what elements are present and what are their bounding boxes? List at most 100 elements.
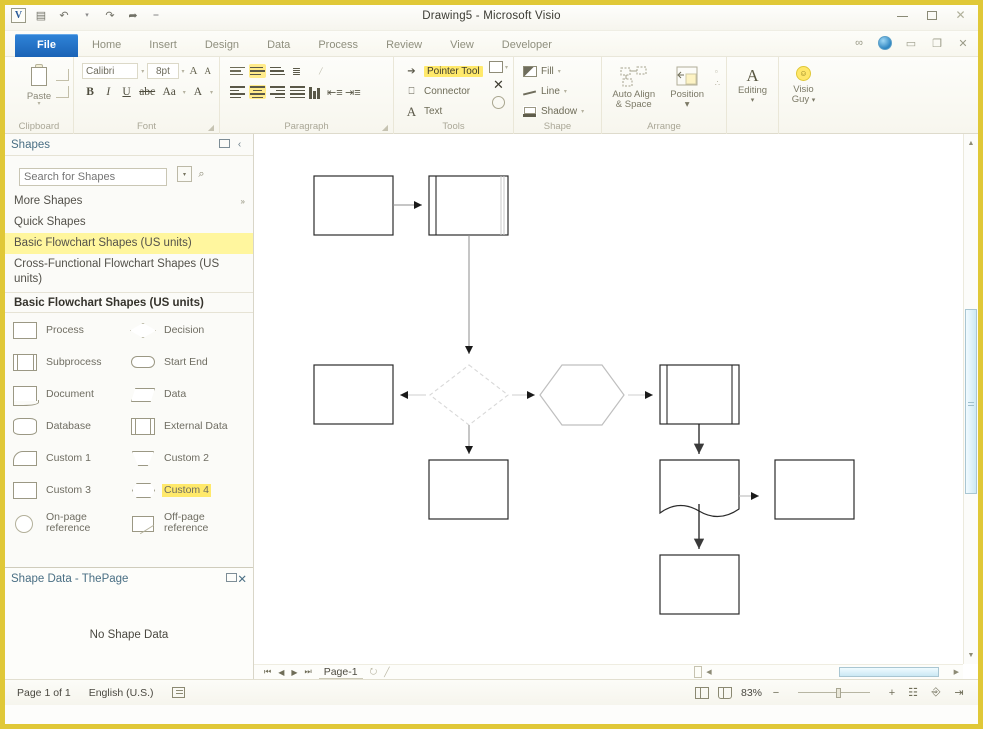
- tab-view[interactable]: View: [436, 34, 488, 57]
- shape-item-process[interactable]: Process: [11, 319, 129, 341]
- tab-insert[interactable]: Insert: [135, 34, 191, 57]
- close-button[interactable]: ✕: [953, 8, 968, 22]
- globe-icon[interactable]: [878, 36, 892, 50]
- page-navigation[interactable]: ⏮ ◀ ▶ ⏭ Page-1 ⭮ ╱: [254, 664, 390, 680]
- shape-item-decision[interactable]: Decision: [129, 319, 247, 341]
- fit-page-icon[interactable]: ☷: [906, 686, 920, 699]
- tab-home[interactable]: Home: [78, 34, 135, 57]
- line-button[interactable]: Line ▾: [520, 80, 595, 100]
- decrease-indent-button[interactable]: ⇤≡: [327, 86, 343, 99]
- search-input[interactable]: [20, 171, 166, 183]
- fill-dropdown-icon[interactable]: ▾: [558, 68, 561, 75]
- ribbon-minimize-icon[interactable]: ▭: [904, 37, 918, 50]
- align-top-button[interactable]: [229, 64, 246, 78]
- shape-data-close-icon[interactable]: ✕: [237, 572, 247, 586]
- align-bottom-button[interactable]: [269, 64, 286, 78]
- shape-item-start-end[interactable]: Start End: [129, 351, 247, 373]
- scroll-left-arrow-icon[interactable]: ◀: [706, 668, 711, 676]
- restore-button[interactable]: [924, 9, 939, 21]
- tab-developer[interactable]: Developer: [488, 34, 566, 57]
- change-case-dropdown-icon[interactable]: ▾: [183, 89, 186, 96]
- stencil-more-shapes[interactable]: More Shapes »: [5, 191, 253, 212]
- view-presentation-icon[interactable]: [717, 686, 732, 699]
- shadow-dropdown-icon[interactable]: ▾: [581, 108, 584, 115]
- shadow-button[interactable]: Shadow ▾: [520, 100, 595, 120]
- rectangle-tool-icon[interactable]: [488, 61, 503, 73]
- search-icon[interactable]: ⌕: [195, 168, 208, 181]
- scroll-down-arrow-icon[interactable]: ▼: [964, 648, 978, 662]
- tab-review[interactable]: Review: [372, 34, 436, 57]
- edit-page-icon[interactable]: ╱: [384, 667, 389, 678]
- font-color-button[interactable]: A: [192, 86, 204, 98]
- shape-item-external-data[interactable]: External Data: [129, 415, 247, 437]
- clipboard-mini-buttons[interactable]: [56, 69, 69, 98]
- zoom-percent-label[interactable]: 83%: [741, 687, 762, 699]
- scroll-up-arrow-icon[interactable]: ▲: [964, 136, 978, 150]
- page-tab-page-1[interactable]: Page-1: [318, 666, 363, 679]
- zoom-in-button[interactable]: +: [887, 687, 897, 699]
- shape-item-subprocess[interactable]: Subprocess: [11, 351, 129, 373]
- font-size-dropdown-icon[interactable]: ▾: [182, 68, 185, 75]
- format-painter-icon[interactable]: [491, 96, 505, 109]
- bullets-button[interactable]: ≣: [289, 65, 304, 78]
- rectangle-tool-dropdown-icon[interactable]: ▾: [505, 64, 508, 71]
- shape-item-document[interactable]: Document: [11, 383, 129, 406]
- minimize-button[interactable]: [895, 9, 910, 21]
- previous-page-button[interactable]: ◀: [278, 668, 284, 677]
- font-color-dropdown-icon[interactable]: ▾: [210, 89, 213, 96]
- position-button[interactable]: Position ▾: [661, 64, 712, 110]
- text-direction-button[interactable]: [309, 85, 324, 99]
- view-normal-icon[interactable]: [694, 686, 709, 699]
- shape-item-custom-1[interactable]: Custom 1: [11, 447, 129, 469]
- auto-align-space-button[interactable]: Auto Align & Space: [608, 64, 659, 110]
- scroll-split-handle[interactable]: [694, 666, 703, 678]
- align-left-button[interactable]: [229, 85, 246, 99]
- position-dropdown-icon[interactable]: ▾: [661, 100, 712, 110]
- horizontal-scroll-thumb[interactable]: [839, 667, 939, 677]
- arrange-extra-buttons[interactable]: ▫ ∴: [715, 64, 720, 88]
- help-link-icon[interactable]: ∞: [852, 37, 866, 49]
- visio-guy-button[interactable]: ☺ Visio Guy ▾: [785, 60, 822, 106]
- first-page-button[interactable]: ⏮: [264, 667, 271, 677]
- font-dialog-launcher[interactable]: ◢: [208, 123, 214, 132]
- shape-item-custom-4[interactable]: Custom 4: [129, 479, 247, 501]
- next-page-button[interactable]: ▶: [291, 668, 297, 677]
- shape-item-database[interactable]: Database: [11, 415, 129, 437]
- search-input-wrap[interactable]: [19, 168, 167, 186]
- last-page-button[interactable]: ⏭: [305, 667, 312, 677]
- shrink-font-button[interactable]: A: [203, 66, 214, 76]
- editing-dropdown-icon[interactable]: ▾: [733, 96, 772, 106]
- align-center-button[interactable]: [249, 85, 266, 99]
- shape-item-custom-2[interactable]: Custom 2: [129, 447, 247, 469]
- language-label[interactable]: English (U.S.): [89, 687, 154, 699]
- drawing-canvas[interactable]: [254, 134, 963, 664]
- font-name-input[interactable]: Calibri: [82, 63, 139, 79]
- scroll-right-arrow-icon[interactable]: ▶: [954, 668, 959, 676]
- line-dropdown-icon[interactable]: ▾: [564, 88, 567, 95]
- tab-file[interactable]: File: [15, 34, 78, 57]
- tab-process[interactable]: Process: [304, 34, 372, 57]
- insert-page-icon[interactable]: ⭮: [370, 664, 378, 680]
- paste-dropdown-icon[interactable]: ▾: [37, 101, 40, 107]
- paragraph-more-icon[interactable]: ╱: [319, 68, 323, 75]
- strikethrough-button[interactable]: abc: [139, 86, 156, 98]
- shapes-panel-restore-icon[interactable]: [217, 138, 232, 151]
- crop-tool-icon[interactable]: ✕: [493, 78, 504, 91]
- grow-font-button[interactable]: A: [188, 65, 200, 77]
- align-middle-button[interactable]: [249, 64, 266, 78]
- stencil-basic-flowchart[interactable]: Basic Flowchart Shapes (US units): [5, 233, 253, 254]
- vertical-scroll-thumb[interactable]: [965, 309, 977, 494]
- stencil-cross-functional[interactable]: Cross-Functional Flowchart Shapes (US un…: [5, 254, 253, 290]
- ribbon-right-icons[interactable]: ∞ ▭ ❐ ✕: [852, 36, 970, 50]
- tab-data[interactable]: Data: [253, 34, 304, 57]
- bring-forward-icon[interactable]: ▫: [715, 67, 720, 76]
- tools-right-column[interactable]: ▾ ✕: [488, 61, 508, 109]
- shape-item-data[interactable]: Data: [129, 383, 247, 405]
- change-case-button[interactable]: Aa: [162, 86, 177, 98]
- increase-indent-button[interactable]: ⇥≡: [345, 86, 361, 99]
- full-screen-icon[interactable]: ⎆: [929, 686, 943, 699]
- group-icon[interactable]: ∴: [715, 79, 720, 88]
- cut-icon[interactable]: [56, 69, 69, 81]
- tab-design[interactable]: Design: [191, 34, 253, 57]
- switch-window-icon[interactable]: ⇥: [952, 686, 966, 699]
